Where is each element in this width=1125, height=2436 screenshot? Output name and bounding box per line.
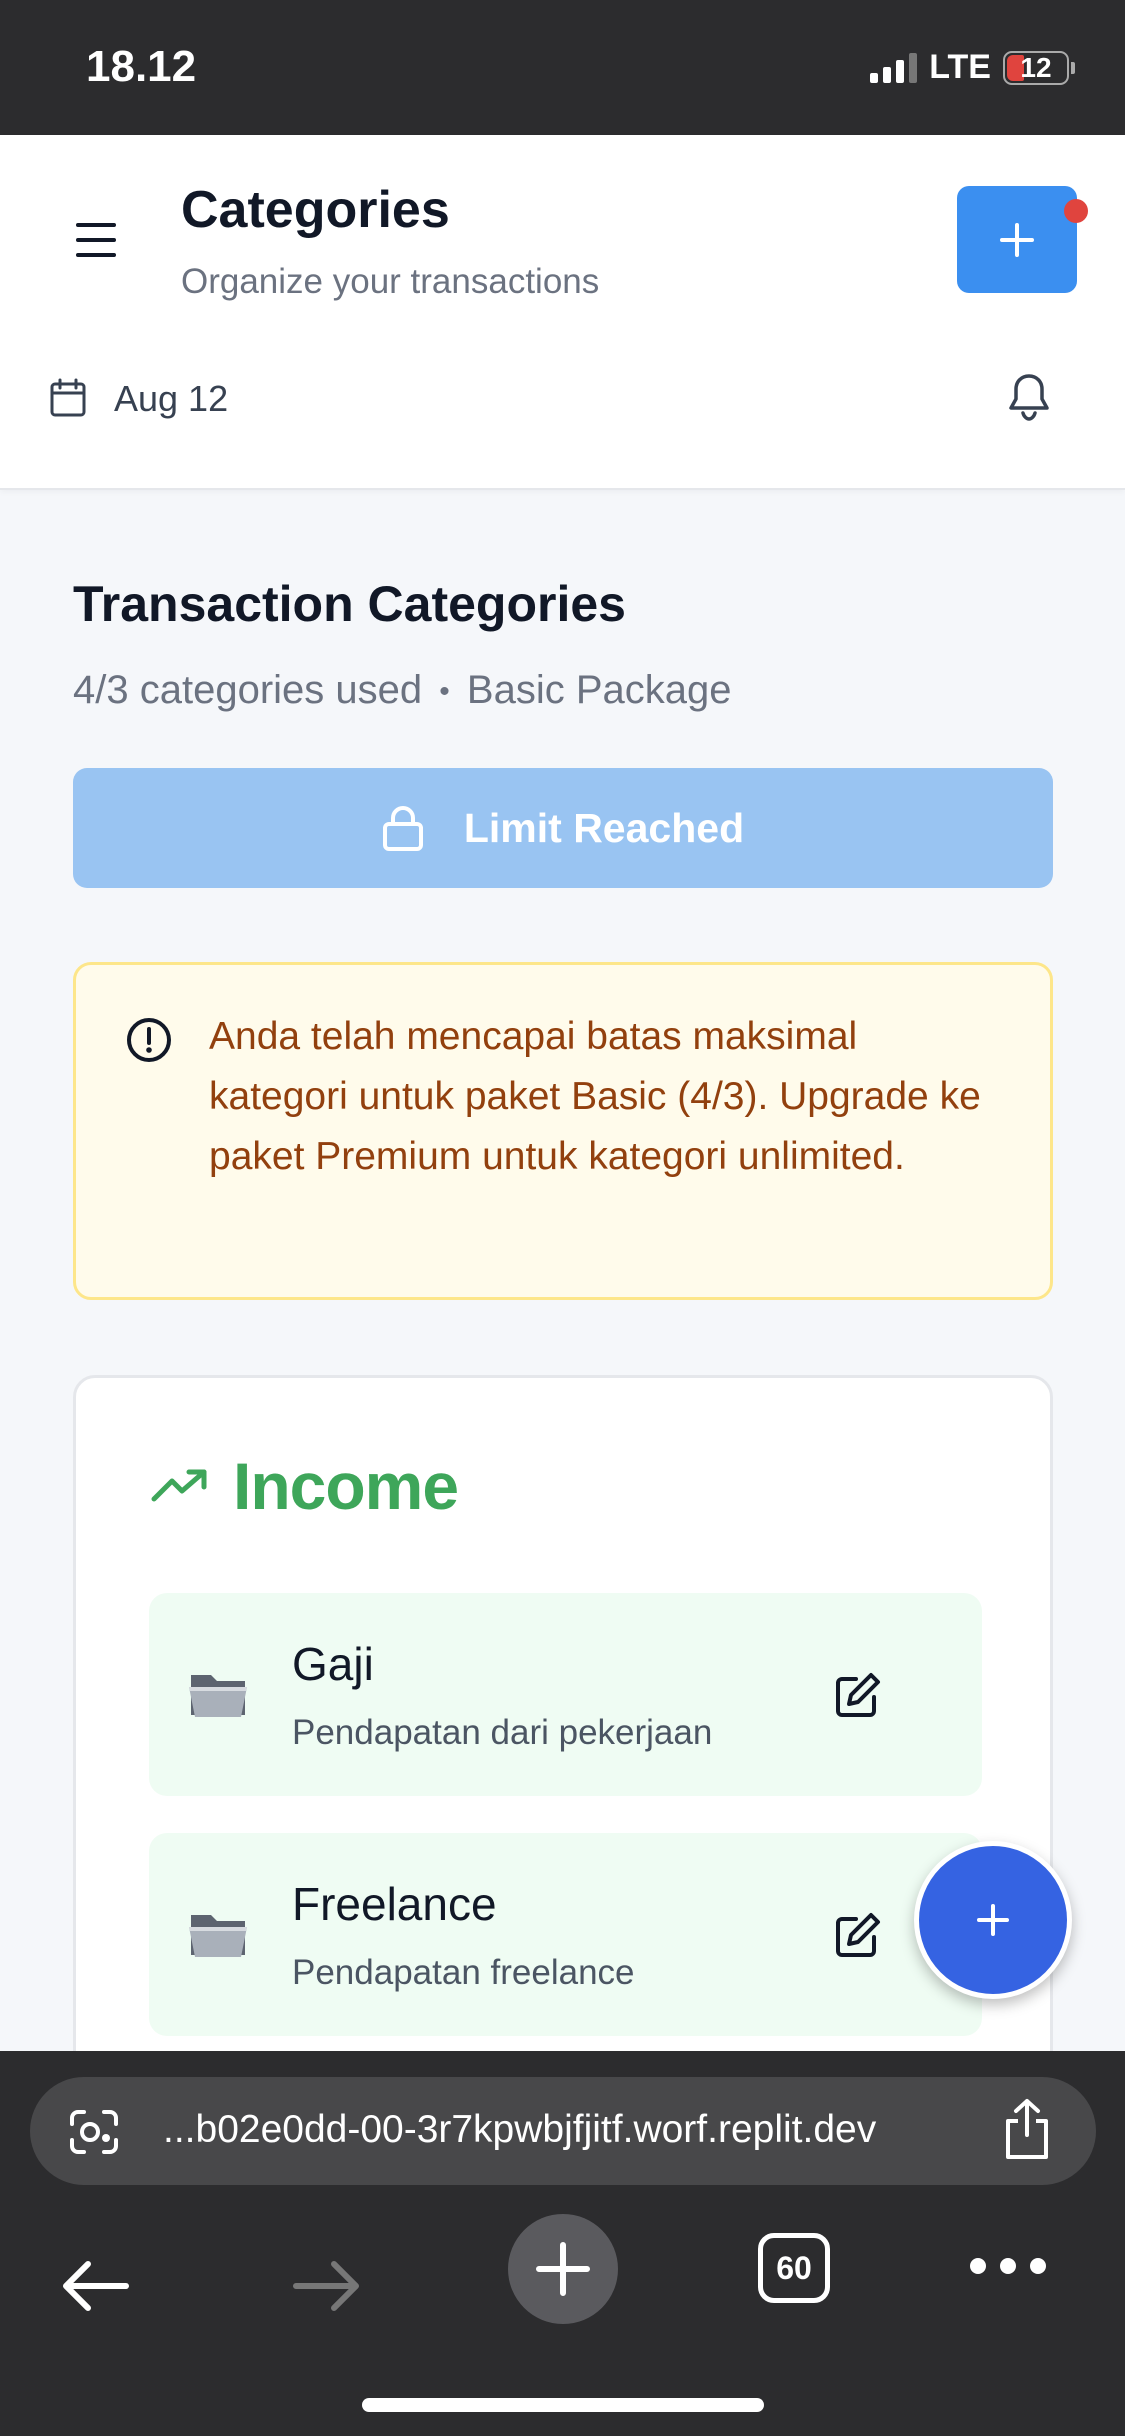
lock-icon (382, 806, 423, 851)
plus-icon (1000, 222, 1034, 257)
category-name: Freelance (292, 1878, 497, 1930)
new-tab-button[interactable] (508, 2214, 618, 2324)
income-card: Income Gaji Pendapatan dari pekerjaan Fr… (73, 1375, 1053, 2075)
back-arrow-icon[interactable] (60, 2259, 130, 2313)
limit-reached-label: Limit Reached (463, 804, 745, 851)
income-header: Income (151, 1448, 459, 1524)
floating-add-button[interactable] (914, 1841, 1072, 1999)
category-item[interactable]: Freelance Pendapatan freelance (149, 1833, 982, 2036)
share-icon[interactable] (1000, 2097, 1054, 2161)
status-indicators: LTE 12 (870, 48, 1075, 87)
more-icon[interactable] (970, 2258, 1046, 2274)
limit-alert: Anda telah mencapai batas maksimal kateg… (73, 962, 1053, 1300)
usage-summary: 4/3 categories used • Basic Package (73, 668, 731, 713)
category-description: Pendapatan freelance (292, 1953, 635, 1992)
current-date[interactable]: Aug 12 (114, 378, 228, 420)
add-category-button[interactable] (957, 186, 1077, 293)
home-indicator[interactable] (362, 2398, 764, 2412)
battery-icon: 12 (1003, 50, 1075, 85)
forward-arrow-icon[interactable] (292, 2259, 362, 2313)
app-header: Categories Organize your transactions Au… (0, 135, 1125, 490)
edit-icon[interactable] (834, 1671, 882, 1719)
package-name: Basic Package (466, 668, 732, 712)
plus-icon (536, 2242, 590, 2296)
edit-icon[interactable] (834, 1911, 882, 1959)
trending-up-icon (151, 1469, 207, 1502)
category-item[interactable]: Gaji Pendapatan dari pekerjaan (149, 1593, 982, 1796)
alert-circle-icon (127, 1018, 171, 1062)
income-title: Income (233, 1449, 459, 1523)
bell-icon[interactable] (1005, 371, 1053, 423)
url-text: ...b02e0dd-00-3r7kpwbjfjitf.worf.replit.… (163, 2108, 877, 2151)
status-time: 18.12 (86, 42, 197, 91)
address-bar[interactable]: ...b02e0dd-00-3r7kpwbjfjitf.worf.replit.… (30, 2077, 1096, 2185)
separator: • (439, 675, 450, 709)
status-bar: 18.12 LTE 12 (0, 0, 1125, 135)
section-title: Transaction Categories (73, 576, 626, 632)
network-label: LTE (929, 48, 991, 86)
usage-count: 4/3 categories used (73, 668, 423, 712)
battery-level: 12 (1020, 51, 1052, 83)
alert-message: Anda telah mencapai batas maksimal kateg… (209, 1015, 981, 1178)
folder-icon (189, 1915, 247, 1957)
notification-badge (1064, 199, 1088, 223)
category-description: Pendapatan dari pekerjaan (292, 1713, 713, 1752)
tabs-button[interactable]: 60 (758, 2233, 830, 2303)
folder-icon (189, 1675, 247, 1717)
signal-icon (870, 52, 918, 83)
limit-reached-button[interactable]: Limit Reached (73, 768, 1053, 888)
category-name: Gaji (292, 1638, 374, 1690)
page-subtitle: Organize your transactions (181, 262, 600, 301)
page-settings-icon[interactable] (66, 2104, 122, 2160)
hamburger-icon[interactable] (70, 217, 122, 263)
calendar-icon (50, 378, 86, 417)
page-title: Categories (181, 181, 450, 239)
plus-icon (977, 1904, 1009, 1936)
